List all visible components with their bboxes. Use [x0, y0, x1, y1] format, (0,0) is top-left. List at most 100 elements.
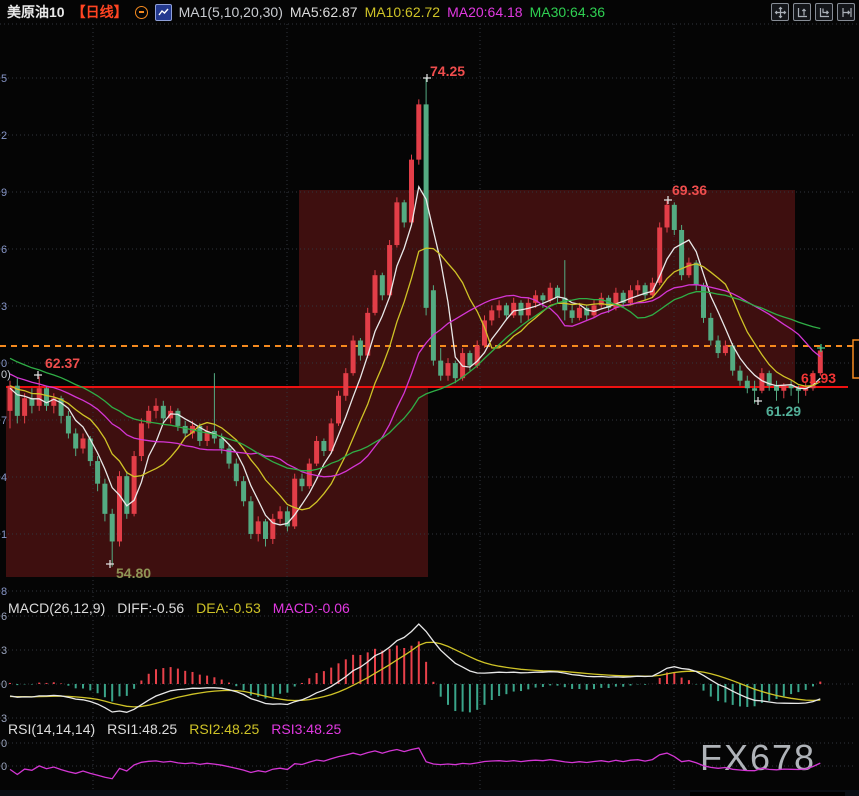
- settings-circle-icon[interactable]: [135, 6, 148, 19]
- ma30-value: MA30:64.36: [530, 4, 606, 20]
- candle-body: [380, 275, 385, 295]
- trading-chart-window: FX67852963074186303000)74.2569.3662.3754…: [0, 0, 859, 796]
- svg-text:9: 9: [1, 187, 7, 199]
- candle-body: [665, 205, 670, 228]
- candle-body: [219, 438, 224, 448]
- candle-body: [358, 341, 363, 356]
- ma5-value: MA5:62.87: [290, 4, 358, 20]
- candle-body: [497, 305, 502, 310]
- current-price-tag: [853, 340, 859, 378]
- candle-body: [394, 202, 399, 245]
- candle-body: [110, 514, 115, 542]
- axis-zoom-right-icon[interactable]: [815, 3, 833, 21]
- chart-canvas[interactable]: FX67852963074186303000)74.2569.3662.3754…: [0, 0, 859, 796]
- kline-style-icon[interactable]: [155, 4, 172, 21]
- rsi3-value: RSI3:48.25: [271, 721, 341, 737]
- candle-body: [37, 388, 42, 406]
- move-crosshair-icon[interactable]: [771, 3, 789, 21]
- candle-body: [694, 263, 699, 286]
- extreme-low-label: 54.80: [116, 565, 151, 581]
- scrollbar-handle[interactable]: [690, 792, 845, 796]
- candle-body: [628, 290, 633, 303]
- candle-body: [672, 205, 677, 230]
- svg-text:3: 3: [1, 645, 7, 657]
- candle-body: [292, 479, 297, 527]
- chart-toolbar: [771, 3, 855, 21]
- candle-body: [548, 288, 553, 301]
- candle-body: [489, 310, 494, 320]
- candle-body: [278, 511, 283, 519]
- rsi1-value: RSI1:48.25: [107, 721, 177, 737]
- candle-body: [723, 346, 728, 354]
- candle-body: [373, 275, 378, 313]
- candle-body: [102, 484, 107, 514]
- candle-body: [774, 386, 779, 391]
- ma-indicator-label: MA1(5,10,20,30): [179, 4, 283, 20]
- candle-body: [504, 305, 509, 315]
- svg-text:6: 6: [1, 244, 7, 256]
- candle-body: [81, 438, 86, 448]
- candle-body: [314, 441, 319, 464]
- candle-body: [22, 398, 27, 416]
- swing-high-label: 69.36: [672, 182, 707, 198]
- candle-body: [256, 521, 261, 534]
- candle-body: [66, 416, 71, 434]
- svg-text:1: 1: [1, 529, 7, 541]
- symbol-name: 美原油10: [7, 2, 65, 22]
- candle-body: [241, 481, 246, 501]
- svg-text:4: 4: [1, 472, 7, 484]
- left-high-label: 62.37: [45, 355, 80, 371]
- candle-body: [708, 318, 713, 341]
- candle-body: [183, 426, 188, 434]
- svg-text:0): 0): [1, 369, 11, 381]
- candle-body: [175, 411, 180, 426]
- svg-text:7: 7: [1, 415, 7, 427]
- horizontal-scrollbar[interactable]: [0, 790, 859, 796]
- rsi-params-label: RSI(14,14,14): [8, 721, 95, 737]
- period-tab-daily[interactable]: 【日线】: [72, 2, 128, 22]
- candle-body: [402, 202, 407, 222]
- candle-body: [570, 310, 575, 318]
- rsi-label-row: RSI(14,14,14) RSI1:48.25 RSI2:48.25 RSI3…: [8, 721, 341, 737]
- macd-histogram: [10, 641, 820, 712]
- candle-body: [329, 423, 334, 451]
- candle-body: [73, 433, 78, 448]
- candle-body: [438, 361, 443, 376]
- svg-text:6: 6: [1, 611, 7, 623]
- dea-value: DEA:-0.53: [196, 600, 261, 616]
- candle-body: [686, 263, 691, 276]
- candle-body: [95, 461, 100, 484]
- diff-value: DIFF:-0.56: [117, 600, 184, 616]
- chart-header: 美原油10 【日线】 MA1(5,10,20,30) MA5:62.87 MA1…: [0, 0, 859, 24]
- candle-body: [446, 363, 451, 376]
- svg-text:3: 3: [1, 713, 7, 725]
- macd-params-label: MACD(26,12,9): [8, 600, 105, 616]
- svg-text:3: 3: [1, 301, 7, 313]
- candle-body: [15, 386, 20, 416]
- pan-right-icon[interactable]: [837, 3, 855, 21]
- svg-text:0: 0: [1, 738, 7, 750]
- candle-body: [300, 479, 305, 487]
- candle-body: [745, 381, 750, 389]
- svg-text:0: 0: [1, 761, 7, 773]
- diff-line: [10, 624, 820, 712]
- svg-text:8: 8: [1, 586, 7, 598]
- candle-body: [738, 371, 743, 381]
- candle-body: [154, 406, 159, 411]
- svg-text:5: 5: [1, 73, 7, 85]
- svg-text:2: 2: [1, 130, 7, 142]
- support-price-label: 61.93: [801, 370, 836, 386]
- swing-low-label: 61.29: [766, 403, 801, 419]
- candle-body: [132, 456, 137, 514]
- axis-zoom-left-icon[interactable]: [793, 3, 811, 21]
- candle-body: [161, 406, 166, 419]
- macd-label-row: MACD(26,12,9) DIFF:-0.56 DEA:-0.53 MACD:…: [8, 600, 350, 616]
- candle-body: [577, 308, 582, 318]
- ma10-value: MA10:62.72: [365, 4, 441, 20]
- candle-body: [716, 341, 721, 354]
- candle-body: [351, 341, 356, 374]
- candle-body: [124, 476, 129, 514]
- candle-body: [416, 104, 421, 159]
- candle-body: [263, 521, 268, 539]
- candle-body: [752, 388, 757, 391]
